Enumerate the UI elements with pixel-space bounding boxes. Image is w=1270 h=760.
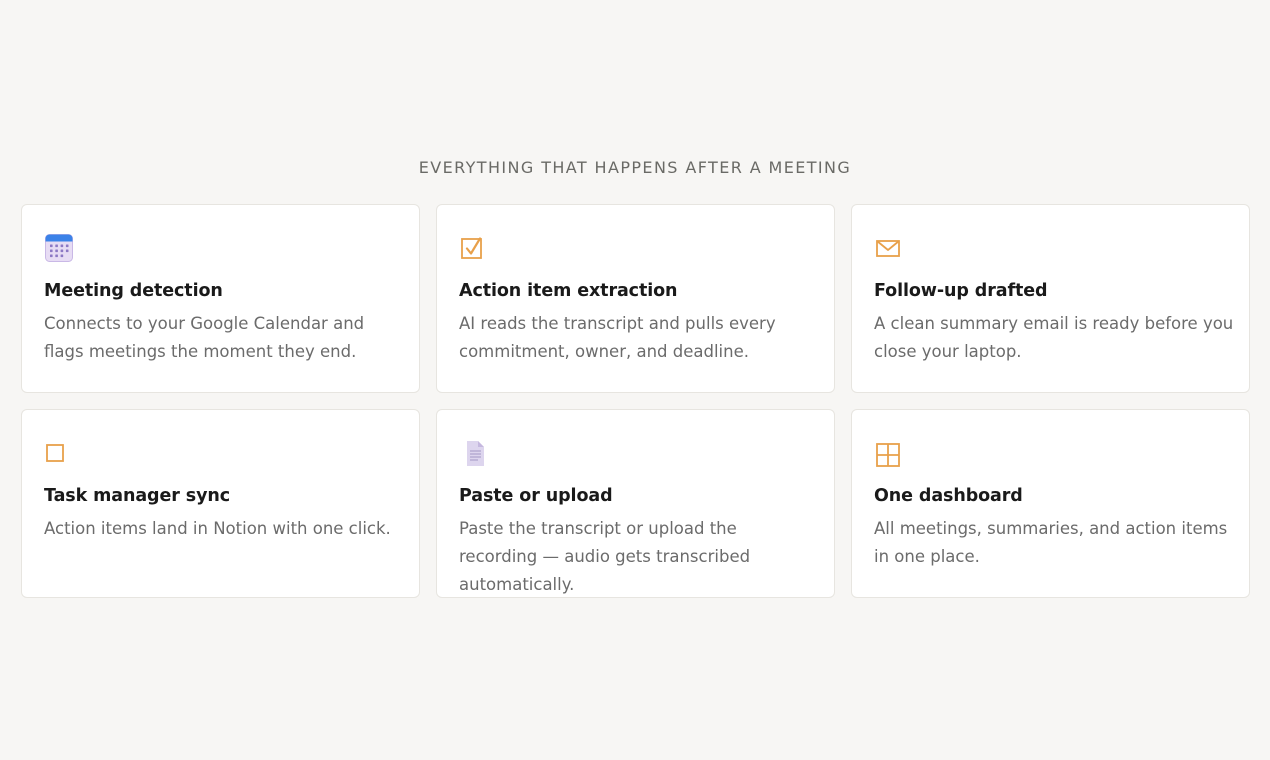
feature-description: AI reads the transcript and pulls every … (459, 314, 776, 361)
feature-title: Follow-up drafted (874, 281, 1048, 301)
feature-description: Connects to your Google Calendar and fla… (44, 314, 365, 361)
feature-card-one-dashboard: One dashboard All meetings, summaries, a… (851, 409, 1250, 598)
checkbox-empty-icon (46, 444, 64, 462)
checkbox-checked-icon (461, 237, 482, 259)
feature-card-follow-up-drafted: Follow-up drafted A clean summary email … (851, 204, 1250, 393)
envelope-icon (876, 240, 900, 257)
document-icon (467, 441, 484, 466)
feature-card-paste-or-upload: Paste or upload Paste the transcript or … (436, 409, 835, 598)
feature-description: A clean summary email is ready before yo… (874, 314, 1234, 361)
calendar-icon (45, 234, 73, 262)
feature-card-task-manager-sync: Task manager sync Action items land in N… (21, 409, 420, 598)
feature-title: Task manager sync (44, 486, 231, 506)
feature-title: Action item extraction (459, 281, 678, 301)
dashboard-grid-icon (876, 443, 900, 467)
feature-card-meeting-detection: Meeting detection Connects to your Googl… (21, 204, 420, 393)
feature-grid: Meeting detection Connects to your Googl… (21, 204, 1250, 598)
feature-card-action-item-extraction: Action item extraction AI reads the tran… (436, 204, 835, 393)
feature-description: All meetings, summaries, and action item… (874, 519, 1228, 566)
feature-title: Meeting detection (44, 281, 223, 301)
section-heading: EVERYTHING THAT HAPPENS AFTER A MEETING (418, 158, 852, 177)
feature-title: Paste or upload (459, 486, 613, 506)
feature-description: Paste the transcript or upload the recor… (459, 519, 751, 594)
feature-description: Action items land in Notion with one cli… (44, 519, 391, 538)
feature-title: One dashboard (874, 486, 1023, 506)
